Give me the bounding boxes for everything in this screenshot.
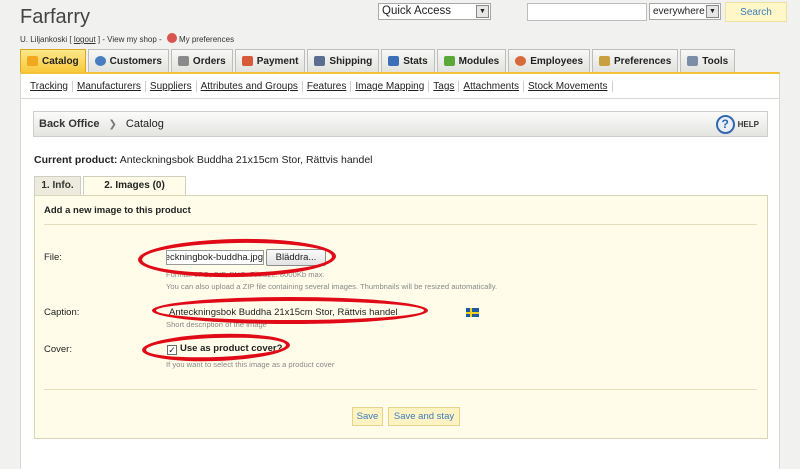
employee-icon xyxy=(515,56,527,66)
tab-preferences[interactable]: Preferences xyxy=(592,49,679,72)
subnav-tags[interactable]: Tags xyxy=(429,80,460,92)
subnav-image-mapping[interactable]: Image Mapping xyxy=(351,80,430,92)
breadcrumb-root[interactable]: Back Office xyxy=(39,118,100,130)
logout-link[interactable]: logout xyxy=(74,35,96,44)
cover-hint: If you want to select this image as a pr… xyxy=(166,360,335,369)
tab-catalog[interactable]: Catalog xyxy=(20,49,86,72)
breadcrumb: Back Office ❯ Catalog ? HELP xyxy=(33,111,768,137)
tab-label: Tools xyxy=(702,55,729,67)
divider xyxy=(44,224,757,225)
tab-stats[interactable]: Stats xyxy=(381,49,435,72)
tab-orders[interactable]: Orders xyxy=(170,49,233,72)
search-scope-value: everywhere xyxy=(653,6,705,17)
subnav-tracking[interactable]: Tracking xyxy=(26,80,73,92)
tab-label: Customers xyxy=(109,55,162,67)
catalog-subnav: Tracking Manufacturers Suppliers Attribu… xyxy=(20,72,780,99)
search-scope-select[interactable]: everywhere ▼ xyxy=(649,3,721,20)
folder-icon xyxy=(27,56,38,66)
main-tabs: Catalog Customers Orders Payment Shippin… xyxy=(20,49,736,72)
payment-icon xyxy=(241,56,253,66)
tab-customers[interactable]: Customers xyxy=(87,49,169,72)
main-content: Back Office ❯ Catalog ? HELP Current pro… xyxy=(20,99,780,469)
tab-label: Payment xyxy=(256,55,299,67)
my-preferences-link[interactable]: My preferences xyxy=(179,35,234,44)
swedish-flag-icon[interactable] xyxy=(466,308,479,317)
tab-label: Orders xyxy=(192,55,226,67)
browse-button[interactable]: Bläddra... xyxy=(266,249,326,266)
caption-hint: Short description of the image xyxy=(166,320,267,329)
user-name: U. Liljankoski xyxy=(20,35,68,44)
truck-icon xyxy=(314,56,326,66)
current-product-name: Anteckningsbok Buddha 21x15cm Stor, Rätt… xyxy=(119,154,373,166)
breadcrumb-current: Catalog xyxy=(125,118,164,130)
tab-label: Shipping xyxy=(329,55,373,67)
tab-label: Employees xyxy=(530,55,584,67)
cover-checkbox[interactable]: ✓ xyxy=(167,345,177,355)
file-label: File: xyxy=(44,252,62,263)
quick-access-value: Quick Access xyxy=(382,5,452,17)
tab-shipping[interactable]: Shipping xyxy=(307,49,380,72)
save-and-stay-button[interactable]: Save and stay xyxy=(388,407,460,426)
help-button[interactable]: ? HELP xyxy=(715,115,759,134)
shop-title: Farfarry xyxy=(20,6,90,28)
search-input[interactable] xyxy=(527,3,647,21)
chevron-down-icon: ▼ xyxy=(706,5,719,18)
cart-icon xyxy=(177,56,189,66)
tab-label: Catalog xyxy=(42,55,79,67)
help-icon: ? xyxy=(715,115,735,134)
quick-access-select[interactable]: Quick Access ▼ xyxy=(378,3,491,20)
tab-product-images[interactable]: 2. Images (0) xyxy=(83,176,186,195)
view-shop-link[interactable]: View my shop xyxy=(107,35,157,44)
zip-upload-hint: You can also upload a ZIP file containin… xyxy=(166,282,498,291)
panel-heading: Add a new image to this product xyxy=(44,205,191,216)
subnav-stock-movements[interactable]: Stock Movements xyxy=(524,80,613,92)
subnav-features[interactable]: Features xyxy=(303,80,352,92)
tab-employees[interactable]: Employees xyxy=(508,49,591,72)
subnav-attachments[interactable]: Attachments xyxy=(459,80,525,92)
tab-label: Modules xyxy=(458,55,500,67)
caption-input[interactable]: Anteckningsbok Buddha 21x15cm Stor, Rätt… xyxy=(166,307,426,321)
search-button[interactable]: Search xyxy=(725,2,787,22)
help-label: HELP xyxy=(737,120,759,129)
current-product-label: Current product: xyxy=(34,154,118,166)
file-input[interactable]: anteckningbok-buddha.jpg xyxy=(166,250,264,265)
chevron-right-icon: ❯ xyxy=(108,118,117,130)
preferences-icon xyxy=(166,33,177,43)
save-button[interactable]: Save xyxy=(352,407,383,426)
tab-modules[interactable]: Modules xyxy=(436,49,507,72)
tab-tools[interactable]: Tools xyxy=(680,49,736,72)
stats-icon xyxy=(388,56,400,66)
images-panel: Add a new image to this product File: an… xyxy=(34,195,768,439)
wrench-icon xyxy=(687,56,699,66)
user-line: U. Liljankoski [ logout ] - View my shop… xyxy=(20,33,235,44)
subnav-suppliers[interactable]: Suppliers xyxy=(146,80,197,92)
file-format-hint: Format: JPG, GIF, PNG. Filesize: 8000Kb … xyxy=(166,270,325,279)
customer-icon xyxy=(94,56,106,66)
caption-label: Caption: xyxy=(44,307,80,318)
cover-label: Cover: xyxy=(44,344,72,355)
cover-checkbox-label[interactable]: Use as product cover? xyxy=(180,343,282,354)
subnav-attributes-groups[interactable]: Attributes and Groups xyxy=(197,80,303,92)
tab-label: Stats xyxy=(403,55,428,67)
divider xyxy=(44,389,757,390)
pencil-icon xyxy=(599,56,611,66)
tab-payment[interactable]: Payment xyxy=(234,49,306,72)
tab-product-info[interactable]: 1. Info. xyxy=(34,176,81,195)
current-product: Current product: Anteckningsbok Buddha 2… xyxy=(34,154,373,166)
tab-label: Preferences xyxy=(614,55,672,67)
chevron-down-icon: ▼ xyxy=(476,5,489,18)
subnav-manufacturers[interactable]: Manufacturers xyxy=(73,80,146,92)
puzzle-icon xyxy=(443,56,455,66)
